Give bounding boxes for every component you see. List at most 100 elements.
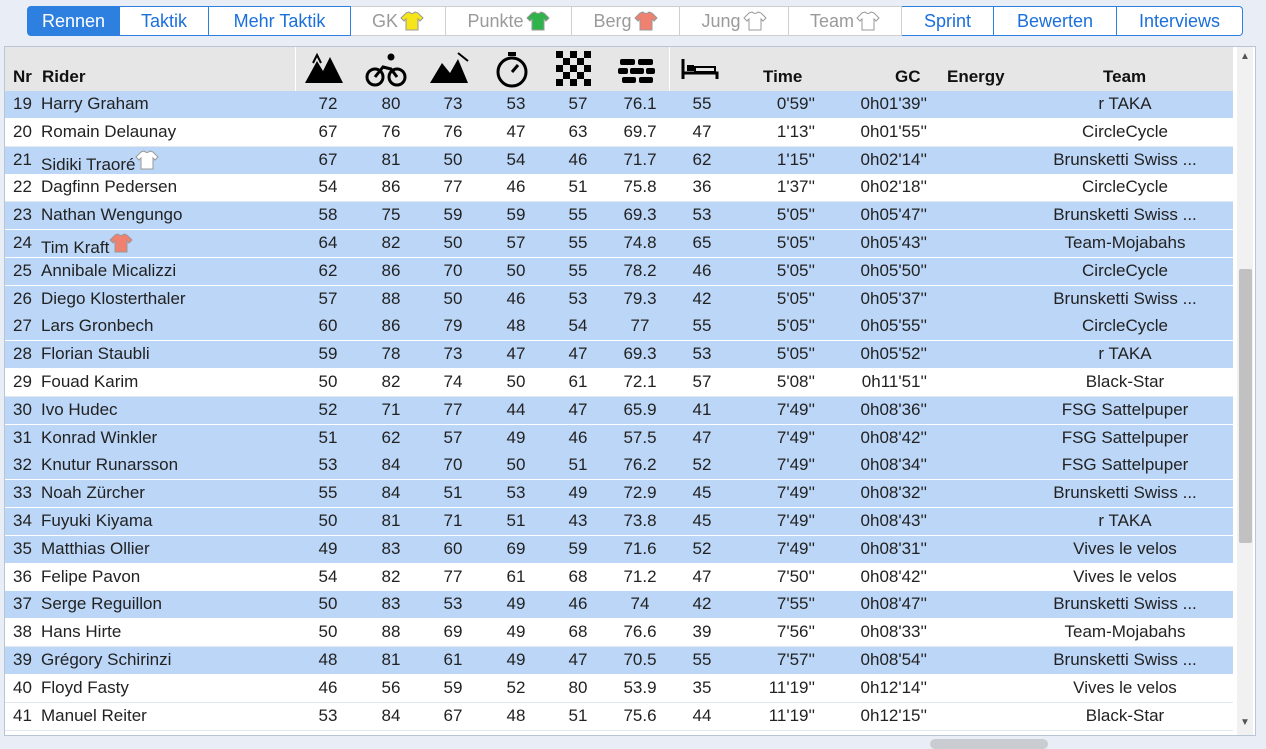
table-row[interactable]: 24 Tim Kraft 64 82 50 57 55 74.8 65 5'05'' 0h05'43… [5, 230, 1233, 258]
rider-name[interactable]: Noah Zürcher [41, 483, 145, 503]
table-row[interactable]: 35 Matthias Ollier 49 83 60 69 59 71.6 52 7'49'' 0… [5, 535, 1233, 564]
table-row[interactable]: 27 Lars Gronbech 60 86 79 48 54 77 55 5'05'' 0h05'… [5, 313, 1233, 342]
rider-name[interactable]: Grégory Schirinzi [41, 650, 171, 670]
tab-interviews[interactable]: Interviews [1117, 6, 1243, 36]
rider-name[interactable]: Dagfinn Pedersen [41, 177, 177, 197]
rider-stat: 72.1 [623, 372, 657, 391]
rider-stat: 50 [506, 372, 526, 391]
table-row[interactable]: 28 Florian Staubli 59 78 73 47 47 69.3 53 5'05'' 0… [5, 341, 1233, 370]
table-row[interactable]: 33 Noah Zürcher 55 84 51 53 49 72.9 45 7'49'' 0h08… [5, 480, 1233, 509]
table-row[interactable]: 39 Grégory Schirinzi 48 81 61 49 47 70.5 55 7'57'… [5, 647, 1233, 675]
table-row[interactable]: 31 Konrad Winkler 51 62 57 49 46 57.5 47 7'49'' 0h… [5, 424, 1233, 453]
rider-name[interactable]: Lars Gronbech [41, 316, 153, 336]
rider-name[interactable]: Sidiki Traoré [41, 150, 160, 175]
tab-sprint[interactable]: Sprint [902, 6, 994, 36]
rider-name[interactable]: Hans Hirte [41, 622, 121, 642]
stopwatch-icon[interactable] [491, 49, 533, 89]
scrollbar-thumb[interactable] [1239, 269, 1252, 543]
rider-stat: 65.9 [623, 399, 657, 419]
rider-name[interactable]: Harry Graham [41, 94, 149, 114]
table-row[interactable]: 25 Annibale Micalizzi 62 86 70 50 55 78.2 46 5'05… [5, 257, 1233, 286]
column-team[interactable]: Team [1103, 67, 1146, 87]
bed-icon[interactable] [679, 49, 721, 89]
rider-stat: 73.8 [623, 511, 657, 530]
rider-stat: 59 [506, 205, 526, 225]
tab-mehr-taktik[interactable]: Mehr Taktik [209, 6, 351, 36]
rider-name[interactable]: Serge Reguillon [41, 594, 162, 614]
table-row[interactable]: 21 Sidiki Traoré 67 81 50 54 46 71.7 62 1'15'' 0h0… [5, 146, 1233, 175]
team-name: Black-Star [1085, 705, 1165, 725]
tab-team: Team [789, 6, 902, 36]
rider-stat: 46 [318, 677, 338, 697]
stage-time: 11'19'' [768, 705, 815, 725]
rider-stat: 71.2 [623, 566, 657, 586]
table-row[interactable]: 29 Fouad Karim 50 82 74 50 61 72.1 57 5'08'' 0h11'… [5, 369, 1233, 397]
table-row[interactable]: 36 Felipe Pavon 54 82 77 61 68 71.2 47 7'50'' 0h08… [5, 563, 1233, 592]
rider-stat: 75.8 [623, 177, 657, 197]
rider-stat: 46 [568, 427, 588, 447]
rider-stat: 86 [381, 260, 401, 280]
rider-name[interactable]: Floyd Fasty [41, 678, 129, 698]
column-gc[interactable]: GC [895, 67, 921, 87]
rider-number: 22 [13, 177, 32, 197]
column-rider[interactable]: Rider [42, 67, 85, 87]
rider-stat: 49 [506, 650, 526, 669]
vertical-scrollbar[interactable]: ▲ ▼ [1237, 47, 1253, 735]
table-row[interactable]: 19 Harry Graham 72 80 73 53 57 76.1 55 0'59'' 0h01… [5, 91, 1233, 119]
cobblestone-icon[interactable] [616, 49, 658, 89]
mountain-icon[interactable] [303, 49, 345, 89]
table-row[interactable]: 23 Nathan Wengungo 58 75 59 59 55 69.3 53 5'05'' 0… [5, 202, 1233, 231]
rider-stat: 46 [506, 177, 526, 197]
rider-name[interactable]: Fuyuki Kiyama [41, 511, 152, 531]
table-row[interactable]: 38 Hans Hirte 50 88 69 49 68 76.6 39 7'56'' 0h08'3… [5, 619, 1233, 648]
rider-stat: 58 [318, 205, 338, 225]
column-time[interactable]: Time [763, 67, 802, 87]
table-row[interactable]: 41 Manuel Reiter 53 84 67 48 51 75.6 44 11'19'' 0h… [5, 702, 1233, 731]
rider-name[interactable]: Nathan Wengungo [41, 205, 182, 225]
tab-bewerten[interactable]: Bewerten [994, 6, 1117, 36]
rider-name[interactable]: Manuel Reiter [41, 706, 147, 726]
scroll-up-icon[interactable]: ▲ [1239, 51, 1251, 63]
tab-rennen[interactable]: Rennen [27, 6, 120, 36]
rider-number: 21 [13, 149, 32, 169]
rider-stat: 51 [568, 705, 588, 725]
hills-icon[interactable] [428, 49, 470, 89]
column-nr[interactable]: Nr [13, 67, 32, 87]
rider-name[interactable]: Romain Delaunay [41, 122, 176, 142]
team-name: Vives le velos [1073, 677, 1177, 697]
rider-name[interactable]: Ivo Hudec [41, 400, 118, 420]
checkered-flag-icon[interactable] [554, 49, 596, 89]
column-energy[interactable]: Energy [947, 67, 1005, 87]
stage-time: 7'50'' [776, 566, 815, 586]
rider-name[interactable]: Konrad Winkler [41, 428, 157, 448]
gc-time: 0h08'33'' [860, 622, 927, 642]
rider-name[interactable]: Felipe Pavon [41, 567, 140, 587]
table-row[interactable]: 34 Fuyuki Kiyama 50 81 71 51 43 73.8 45 7'49'' 0h0… [5, 508, 1233, 536]
horizontal-scroll-indicator[interactable] [930, 739, 1048, 749]
stage-time: 5'05'' [776, 205, 815, 225]
rider-stat: 50 [318, 622, 338, 642]
rider-name[interactable]: Knutur Runarsson [41, 455, 178, 475]
rider-name[interactable]: Matthias Ollier [41, 539, 150, 559]
rider-stat: 78 [381, 344, 401, 364]
rider-stat: 69.3 [623, 205, 657, 225]
scroll-down-icon[interactable]: ▼ [1239, 717, 1251, 729]
rider-name[interactable]: Florian Staubli [41, 344, 150, 364]
table-row[interactable]: 40 Floyd Fasty 46 56 59 52 80 53.9 35 11'19'' 0h12… [5, 674, 1233, 703]
table-row[interactable]: 26 Diego Klosterthaler 57 88 50 46 53 79.3 42 5'0… [5, 285, 1233, 314]
gc-time: 0h05'50'' [860, 260, 927, 280]
table-row[interactable]: 37 Serge Reguillon 50 83 53 49 46 74 42 7'55'' 0h0… [5, 591, 1233, 620]
cycling-icon[interactable] [365, 49, 407, 89]
rider-stat: 49 [506, 427, 526, 447]
table-row[interactable]: 20 Romain Delaunay 67 76 76 47 63 69.7 47 1'13'' 0… [5, 118, 1233, 147]
tab-taktik[interactable]: Taktik [120, 6, 209, 36]
table-row[interactable]: 32 Knutur Runarsson 53 84 70 50 51 76.2 52 7'49''… [5, 452, 1233, 481]
gc-time: 0h01'55'' [860, 121, 927, 141]
rider-stat: 74 [443, 372, 463, 391]
rider-name[interactable]: Diego Klosterthaler [41, 289, 186, 309]
rider-name[interactable]: Fouad Karim [41, 372, 138, 392]
table-row[interactable]: 22 Dagfinn Pedersen 54 86 77 46 51 75.8 36 1'37''… [5, 174, 1233, 203]
rider-name[interactable]: Annibale Micalizzi [41, 261, 176, 281]
table-row[interactable]: 30 Ivo Hudec 52 71 77 44 47 65.9 41 7'49'' 0h08'36… [5, 396, 1233, 425]
rider-name[interactable]: Tim Kraft [41, 233, 134, 258]
